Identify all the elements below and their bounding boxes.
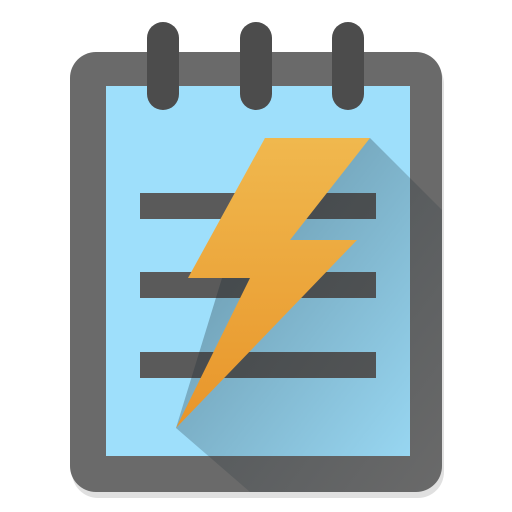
binder-ring-3 [332, 22, 364, 110]
binder-ring-2 [240, 22, 272, 110]
app-icon-stage [0, 0, 512, 512]
notepad-lightning-icon [70, 22, 444, 498]
binder-ring-1 [147, 22, 179, 110]
